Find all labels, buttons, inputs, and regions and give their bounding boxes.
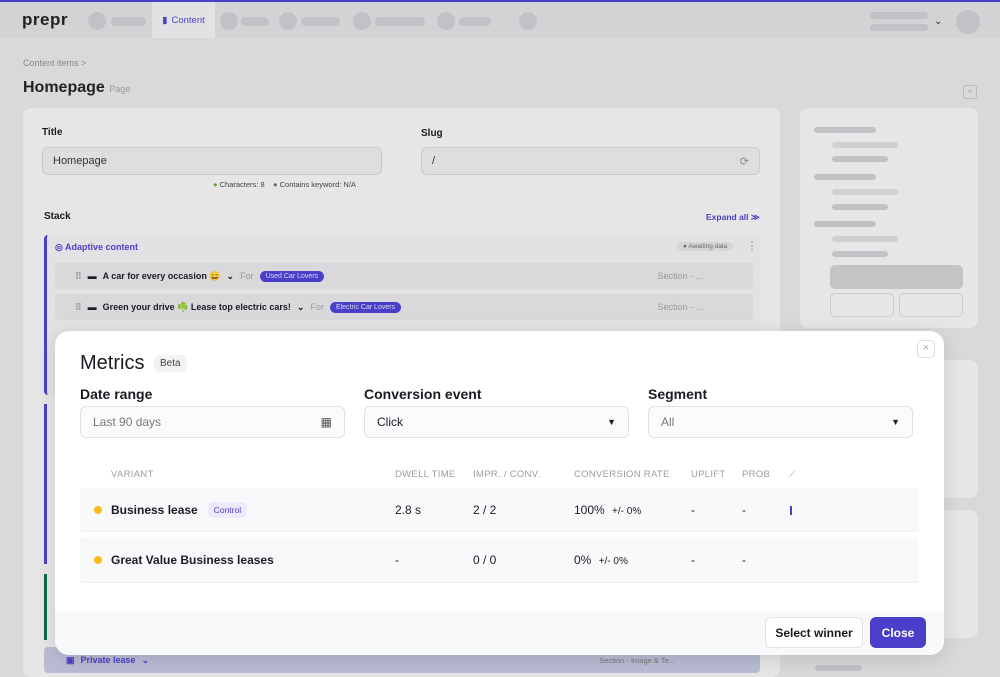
close-button[interactable]: Close — [870, 617, 926, 648]
block-border — [44, 404, 47, 564]
nav-icon[interactable] — [519, 12, 537, 30]
dwell-time: 2.8 s — [395, 502, 422, 517]
select-winner-button[interactable]: Select winner — [765, 617, 863, 648]
close-icon[interactable]: × — [917, 340, 935, 358]
table-row[interactable]: Great Value Business leases - 0 / 0 0% +… — [80, 537, 919, 583]
slug-input[interactable]: / ⟳ — [421, 147, 760, 175]
conversion-event-select[interactable]: Click ▼ — [364, 406, 629, 438]
block-border — [44, 574, 47, 640]
impr-conv: 2 / 2 — [473, 502, 497, 517]
nav-icon[interactable] — [437, 12, 455, 30]
uplift: - — [691, 502, 695, 517]
slug-label: Slug — [421, 128, 443, 139]
user-name[interactable] — [870, 12, 928, 19]
modal-title: Metrics — [80, 352, 145, 374]
column-header: VARIANT — [111, 469, 154, 480]
column-header: IMPR. / CONV. — [473, 469, 541, 480]
caret-down-icon: ▼ — [891, 417, 900, 427]
variant-name: Business lease — [111, 502, 198, 517]
chart-icon[interactable]: ⟋ — [789, 469, 796, 480]
title-input[interactable]: Homepage — [42, 147, 382, 175]
uplift: - — [691, 552, 695, 567]
column-header: CONVERSION RATE — [574, 469, 670, 480]
nav-icon[interactable] — [353, 12, 371, 30]
refresh-icon: ⟳ — [739, 155, 749, 168]
prob: - — [742, 502, 746, 517]
more-icon[interactable]: ⋮ — [747, 241, 757, 252]
user-org[interactable] — [870, 24, 928, 31]
table-row[interactable]: Business lease Control 2.8 s 2 / 2 100% +… — [80, 488, 919, 532]
sidebar-button[interactable] — [830, 293, 894, 317]
column-header: PROB — [742, 469, 771, 480]
conversion-bar — [790, 506, 792, 515]
beta-badge: Beta — [154, 355, 187, 372]
close-icon[interactable]: × — [963, 85, 977, 99]
sidebar-panel — [800, 108, 978, 328]
document-icon: ▮ — [162, 14, 168, 26]
metrics-modal: × Metrics Beta Date range Last 90 days ▦ … — [55, 331, 944, 655]
conversion-rate: 100% +/- 0% — [574, 502, 642, 517]
nav-item[interactable] — [459, 17, 491, 26]
sidebar-select[interactable] — [830, 265, 963, 289]
prob: - — [742, 552, 746, 567]
status-badge: ● Awaiting data — [677, 242, 734, 251]
conversion-rate: 0% +/- 0% — [574, 552, 628, 567]
sidebar-placeholder — [815, 665, 862, 671]
caret-down-icon: ▼ — [607, 417, 616, 427]
calendar-icon: ▦ — [320, 415, 332, 429]
segment-select[interactable]: All ▼ — [648, 406, 913, 438]
dwell-time: - — [395, 552, 399, 567]
nav-item[interactable] — [111, 17, 146, 26]
tab-content[interactable]: ▮ Content — [152, 2, 215, 38]
top-nav: prepr ▮ Content ⌄ — [0, 0, 1000, 38]
conversion-event-label: Conversion event — [364, 386, 482, 402]
control-badge: Control — [207, 501, 248, 518]
expand-all-button[interactable]: Expand all ≫ — [706, 212, 760, 223]
variant-dot — [94, 506, 102, 514]
nav-icon[interactable] — [279, 12, 297, 30]
column-header: DWELL TIME — [395, 469, 456, 480]
nav-item[interactable] — [241, 17, 269, 26]
nav-icon[interactable] — [220, 12, 238, 30]
impr-conv: 0 / 0 — [473, 552, 497, 567]
column-header: UPLIFT — [691, 469, 726, 480]
nav-item[interactable] — [375, 17, 425, 26]
stack-row[interactable]: ⠿ ▬ Green your drive ☘️ Lease top electric… — [55, 294, 753, 320]
date-range-label: Date range — [80, 386, 153, 402]
segment-label: Segment — [648, 386, 708, 402]
date-range-input[interactable]: Last 90 days ▦ — [80, 406, 345, 438]
title-label: Title — [42, 127, 63, 138]
segment-tag: Used Car Lovers — [259, 270, 325, 282]
nav-icon[interactable] — [88, 12, 106, 30]
stack-row[interactable]: ⠿ ▬ A car for every occasion 😀 ⌄ For Used Car… — [55, 263, 753, 289]
segment-tag: Electric Car Lovers — [329, 301, 402, 313]
title-stats: ● Characters: 8 ● Contains keyword: N/A — [213, 180, 356, 189]
breadcrumb[interactable]: Content items > — [23, 58, 86, 68]
sidebar-button[interactable] — [899, 293, 963, 317]
variant-dot — [94, 556, 102, 564]
logo: prepr — [22, 10, 68, 29]
stack-label: Stack — [44, 211, 71, 222]
adaptive-label: ◎ Adaptive content — [55, 242, 139, 252]
page-type: Page — [109, 84, 131, 94]
nav-item[interactable] — [301, 17, 340, 26]
chevron-down-icon[interactable]: ⌄ — [934, 16, 942, 27]
variant-name: Great Value Business leases — [111, 552, 274, 567]
page-title: Homepage Page — [23, 79, 131, 96]
avatar[interactable] — [956, 10, 980, 34]
